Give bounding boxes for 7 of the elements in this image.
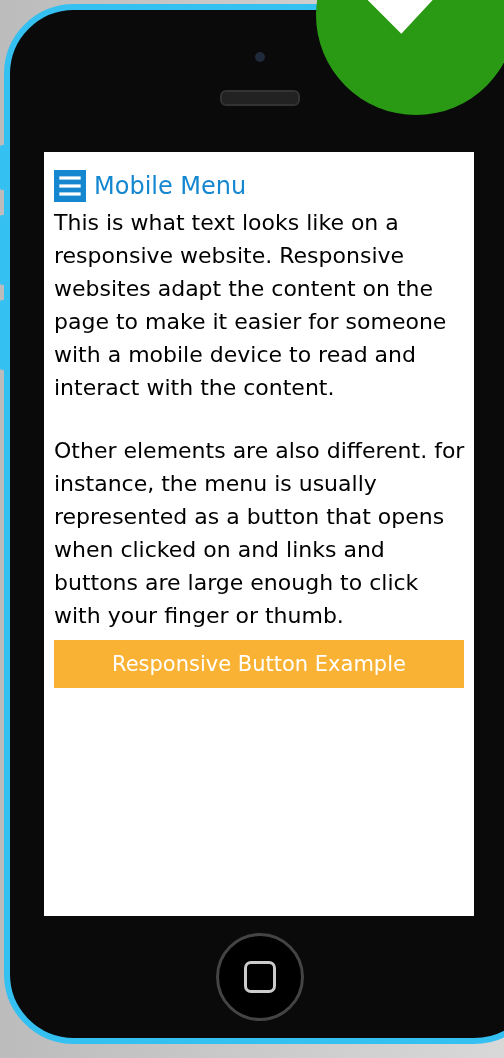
menu-title[interactable]: Mobile Menu <box>94 172 247 200</box>
speaker-icon <box>220 90 300 106</box>
square-icon <box>244 961 276 993</box>
body-paragraph: This is what text looks like on a responsive website. Responsive websites adapt the content on the page to make it easier for someone with a mobile device to read and interact with the content. <box>54 209 448 402</box>
menu-icon[interactable] <box>54 170 86 202</box>
camera-icon <box>255 52 265 62</box>
body-paragraph: Other elements are also different. for instance, the menu is usually represented as a button that opens when clicked on and links and buttons are large enough to click with your finger or thumb. <box>54 437 466 630</box>
